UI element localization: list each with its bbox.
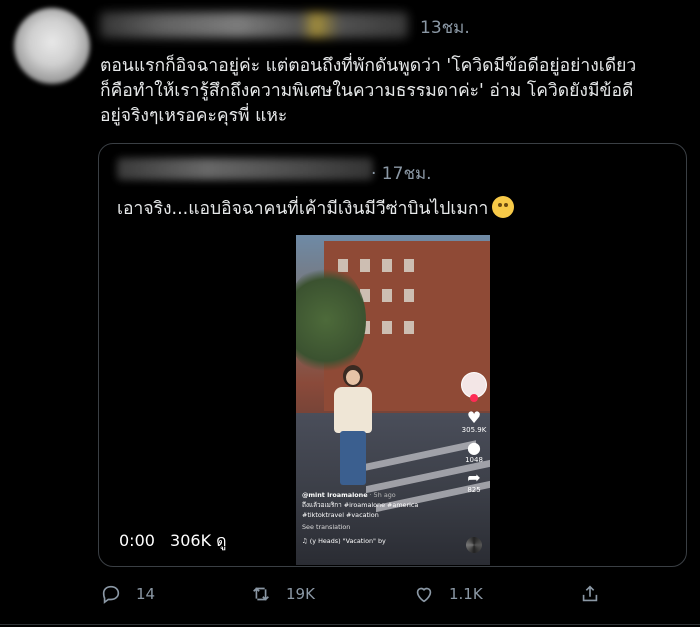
reply-icon	[102, 585, 120, 604]
tweet-divider	[0, 624, 700, 625]
like-count: 1.1K	[449, 585, 483, 603]
heart-icon	[416, 587, 432, 603]
share-icon	[582, 585, 598, 602]
tiktok-likes: 305.9K	[461, 426, 487, 434]
video-stats: 0:00 306K ดู	[119, 529, 237, 554]
tiktok-comments: 1048	[465, 456, 483, 464]
tiktok-side-actions: ♥ 305.9K ● 1048 ➦ 825	[460, 372, 488, 494]
video-window	[404, 289, 414, 302]
video-person	[330, 365, 376, 485]
video-views: 306K ดู	[170, 531, 227, 550]
tiktok-disc-icon	[466, 537, 482, 553]
video-window	[404, 259, 414, 272]
tiktok-caption: @mint lroamalone · 5h ago ถึงแล้วอเมริกา…	[302, 490, 452, 546]
tweet-text: ตอนแรกก็อิจฉาอยู่ค่ะ แต่ตอนถึงที่พักดันพ…	[100, 54, 690, 129]
tiktok-shares: 825	[467, 486, 481, 494]
tiktok-heart-icon: ♥	[466, 408, 482, 427]
woozy-face-icon	[492, 196, 515, 218]
video-window	[360, 259, 370, 272]
person-face	[346, 370, 360, 385]
person-cardigan	[334, 387, 372, 433]
video-window	[382, 259, 392, 272]
video-window	[404, 321, 414, 334]
retweet-icon	[253, 587, 269, 601]
retweet-button[interactable]: 19K	[250, 580, 315, 608]
tiktok-caption-text: ถึงแล้วอเมริกา #iroamalone #america #tik…	[302, 501, 419, 519]
tiktok-follow-icon	[470, 394, 478, 402]
author-name-blurred[interactable]	[100, 12, 408, 38]
quoted-tweet-card[interactable]: · 17ชม. เอาจริง...แอบอิจฉาคนที่เค้ามีเงิ…	[98, 143, 687, 567]
quoted-text: เอาจริง...แอบอิจฉาคนที่เค้ามีเงินมีวีซ่า…	[117, 194, 515, 222]
author-avatar[interactable]	[14, 8, 90, 84]
video-window	[382, 289, 392, 302]
tweet-text-line: อยู่จริงๆเหรอคะคุรพี่ แหะ	[100, 106, 288, 126]
reply-count: 14	[136, 585, 156, 603]
quoted-author-blurred	[117, 158, 373, 180]
tweet-timestamp[interactable]: 13ชม.	[420, 14, 470, 41]
tiktok-posted: · 5h ago	[369, 491, 396, 499]
reply-button[interactable]: 14	[100, 580, 155, 608]
tweet-text-line: ก็คือทำให้เรารู้สึกถึงความพิเศษในความธรร…	[100, 81, 634, 101]
tweet-text-line: ตอนแรกก็อิจฉาอยู่ค่ะ แต่ตอนถึงที่พักดันพ…	[100, 56, 637, 76]
person-jeans	[340, 431, 366, 485]
share-button[interactable]	[579, 580, 615, 608]
tweet-actions: 14 19K 1.1K	[0, 580, 700, 608]
video-window	[382, 321, 392, 334]
tiktok-comment-icon: ●	[467, 438, 481, 457]
tiktok-music: ♫ (y Heads) "Vacation" by	[302, 537, 386, 545]
video-player[interactable]: ♥ 305.9K ● 1048 ➦ 825 @mint lroamalone ·…	[296, 235, 490, 565]
retweet-count: 19K	[286, 585, 315, 603]
like-button[interactable]: 1.1K	[413, 580, 483, 608]
tiktok-share-icon: ➦	[467, 468, 481, 487]
quoted-text-body: เอาจริง...แอบอิจฉาคนที่เค้ามีเงินมีวีซ่า…	[117, 199, 489, 219]
tiktok-username: @mint lroamalone	[302, 491, 368, 499]
quoted-timestamp[interactable]: · 17ชม.	[371, 160, 432, 187]
video-timestamp: 0:00	[119, 531, 155, 550]
tiktok-see-translation: See translation	[302, 523, 351, 531]
